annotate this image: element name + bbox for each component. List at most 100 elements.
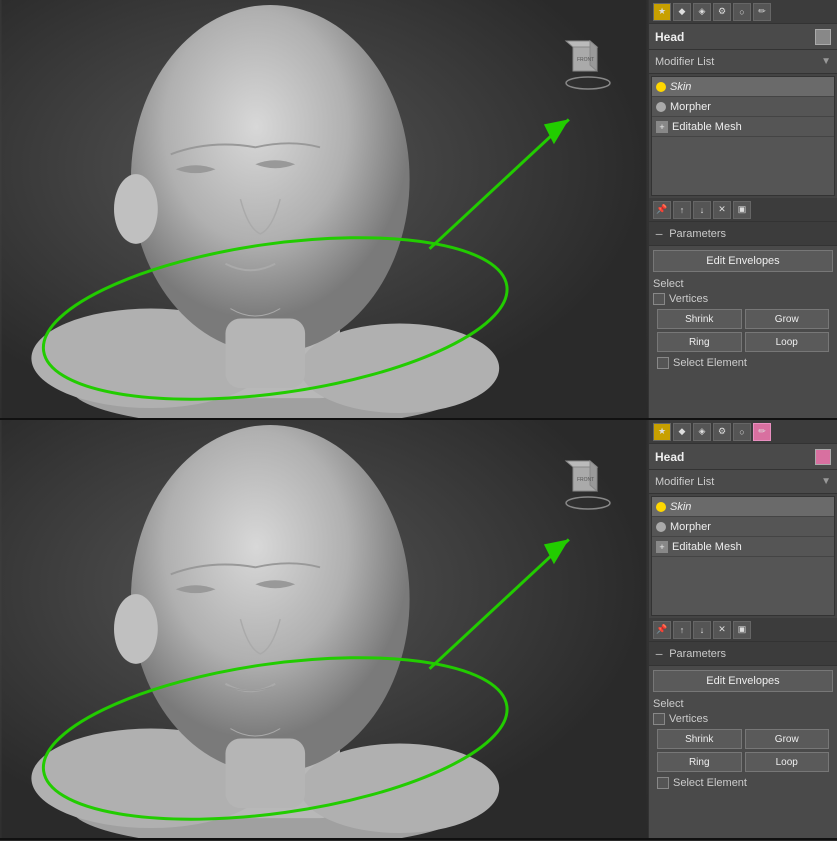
- modifier-morpher-bottom[interactable]: Morpher: [652, 517, 834, 537]
- display-icon-top[interactable]: ○: [733, 3, 751, 21]
- viewport-bottom[interactable]: FRONT: [0, 420, 648, 838]
- shrink-btn-bottom[interactable]: Shrink: [657, 729, 742, 749]
- loop-btn-bottom[interactable]: Loop: [745, 752, 830, 772]
- hierarchy-icon-bottom[interactable]: ◈: [693, 423, 711, 441]
- modifier-list-header-bottom[interactable]: Modifier List ▼: [649, 470, 837, 494]
- modifier-stack-bottom: Skin Morpher + Editable Mesh: [651, 496, 835, 616]
- right-panel-bottom: ★ ◆ ◈ ⚙ ○ ✏ Head Modifier List ▼: [648, 420, 837, 838]
- parameters-section-bottom: − Parameters Edit Envelopes Select Verti…: [649, 642, 837, 838]
- ring-btn-top[interactable]: Ring: [657, 332, 742, 352]
- select-element-checkbox-top[interactable]: [657, 357, 669, 369]
- modifier-name-skin-top: Skin: [670, 81, 691, 93]
- vertices-checkbox-top[interactable]: [653, 293, 665, 305]
- modifier-icons-row-top: 📌 ↑ ↓ ✕ ▣: [649, 198, 837, 222]
- configure-icon-top[interactable]: ▣: [733, 201, 751, 219]
- toolbar-row-bottom: ★ ◆ ◈ ⚙ ○ ✏: [649, 420, 837, 444]
- edit-envelopes-btn-bottom[interactable]: Edit Envelopes: [653, 670, 833, 692]
- modifier-skin-top[interactable]: Skin: [652, 77, 834, 97]
- modifier-dropdown-arrow-bottom: ▼: [821, 476, 831, 487]
- star-icon-bottom[interactable]: ★: [653, 423, 671, 441]
- motion-icon-bottom[interactable]: ⚙: [713, 423, 731, 441]
- shrink-grow-row-bottom: Shrink Grow: [653, 729, 833, 749]
- right-panel-top: ★ ◆ ◈ ⚙ ○ ✏ Head Modifier List ▼: [648, 0, 837, 418]
- pin-icon-bottom[interactable]: 📌: [653, 621, 671, 639]
- move-down-icon-bottom[interactable]: ↓: [693, 621, 711, 639]
- configure-icon-bottom[interactable]: ▣: [733, 621, 751, 639]
- modifier-dropdown-arrow-top: ▼: [821, 56, 831, 67]
- modifier-plus-top: +: [656, 121, 668, 133]
- grow-btn-bottom[interactable]: Grow: [745, 729, 830, 749]
- modifier-dot-morpher-top: [656, 102, 666, 112]
- nav-cube-top[interactable]: FRONT: [558, 35, 618, 95]
- modifier-plus-bottom: +: [656, 541, 668, 553]
- modifier-list-label-top: Modifier List: [655, 56, 821, 68]
- modifier-morpher-top[interactable]: Morpher: [652, 97, 834, 117]
- parameters-section-top: − Parameters Edit Envelopes Select Verti…: [649, 222, 837, 418]
- vertices-label-bottom: Vertices: [669, 713, 708, 725]
- ring-btn-bottom[interactable]: Ring: [657, 752, 742, 772]
- modifier-dot-skin-top: [656, 82, 666, 92]
- shrink-grow-row-top: Shrink Grow: [653, 309, 833, 329]
- delete-icon-top[interactable]: ✕: [713, 201, 731, 219]
- color-swatch-top[interactable]: [815, 29, 831, 45]
- params-collapse-bottom[interactable]: −: [655, 646, 663, 662]
- modifier-name-editable-mesh-bottom: Editable Mesh: [672, 541, 742, 553]
- select-element-row-bottom: Select Element: [653, 775, 833, 791]
- ring-loop-row-bottom: Ring Loop: [653, 752, 833, 772]
- select-element-checkbox-bottom[interactable]: [657, 777, 669, 789]
- utilities-icon-bottom[interactable]: ✏: [753, 423, 771, 441]
- modifier-editable-mesh-top[interactable]: + Editable Mesh: [652, 117, 834, 137]
- motion-icon-top[interactable]: ⚙: [713, 3, 731, 21]
- select-label-bottom: Select: [653, 698, 833, 710]
- select-section-bottom: Select Vertices Shrink Grow Ring Loop: [649, 694, 837, 795]
- modifier-name-morpher-bottom: Morpher: [670, 521, 711, 533]
- delete-icon-bottom[interactable]: ✕: [713, 621, 731, 639]
- main-layout: FRONT ★ ◆ ◈ ⚙ ○ ✏ Head Modifier List: [0, 0, 837, 841]
- object-name-bottom: Head: [655, 450, 811, 464]
- star-icon-top[interactable]: ★: [653, 3, 671, 21]
- modifier-dot-skin-bottom: [656, 502, 666, 512]
- pin-icon-top[interactable]: 📌: [653, 201, 671, 219]
- svg-text:FRONT: FRONT: [577, 477, 594, 483]
- object-name-row-top: Head: [649, 24, 837, 50]
- hierarchy-icon-top[interactable]: ◈: [693, 3, 711, 21]
- modifier-name-morpher-top: Morpher: [670, 101, 711, 113]
- move-down-icon-top[interactable]: ↓: [693, 201, 711, 219]
- nav-cube-bottom[interactable]: FRONT: [558, 455, 618, 515]
- viewport-bg-bottom: [0, 420, 648, 838]
- select-element-label-top: Select Element: [673, 357, 747, 369]
- vertices-label-top: Vertices: [669, 293, 708, 305]
- modifier-name-editable-mesh-top: Editable Mesh: [672, 121, 742, 133]
- move-up-icon-bottom[interactable]: ↑: [673, 621, 691, 639]
- vertices-checkbox-bottom[interactable]: [653, 713, 665, 725]
- params-collapse-top[interactable]: −: [655, 226, 663, 242]
- select-element-row-top: Select Element: [653, 355, 833, 371]
- modifier-name-skin-bottom: Skin: [670, 501, 691, 513]
- shrink-btn-top[interactable]: Shrink: [657, 309, 742, 329]
- ring-loop-row-top: Ring Loop: [653, 332, 833, 352]
- select-label-top: Select: [653, 278, 833, 290]
- loop-btn-top[interactable]: Loop: [745, 332, 830, 352]
- modifier-icons-row-bottom: 📌 ↑ ↓ ✕ ▣: [649, 618, 837, 642]
- parameters-header-top: − Parameters: [649, 222, 837, 246]
- move-up-icon-top[interactable]: ↑: [673, 201, 691, 219]
- select-section-top: Select Vertices Shrink Grow Ring Loop: [649, 274, 837, 375]
- object-name-top: Head: [655, 30, 811, 44]
- bottom-panel: FRONT ★ ◆ ◈ ⚙ ○ ✏ Head Modifier List: [0, 420, 837, 840]
- modifier-icon-bottom[interactable]: ◆: [673, 423, 691, 441]
- modifier-icon-top[interactable]: ◆: [673, 3, 691, 21]
- color-swatch-bottom[interactable]: [815, 449, 831, 465]
- object-name-row-bottom: Head: [649, 444, 837, 470]
- grow-btn-top[interactable]: Grow: [745, 309, 830, 329]
- modifier-list-header-top[interactable]: Modifier List ▼: [649, 50, 837, 74]
- modifier-editable-mesh-bottom[interactable]: + Editable Mesh: [652, 537, 834, 557]
- select-element-label-bottom: Select Element: [673, 777, 747, 789]
- edit-envelopes-btn-top[interactable]: Edit Envelopes: [653, 250, 833, 272]
- viewport-top[interactable]: FRONT: [0, 0, 648, 418]
- display-icon-bottom[interactable]: ○: [733, 423, 751, 441]
- utilities-icon-top[interactable]: ✏: [753, 3, 771, 21]
- modifier-skin-bottom[interactable]: Skin: [652, 497, 834, 517]
- modifier-dot-morpher-bottom: [656, 522, 666, 532]
- svg-text:FRONT: FRONT: [577, 57, 594, 63]
- modifier-stack-top: Skin Morpher + Editable Mesh: [651, 76, 835, 196]
